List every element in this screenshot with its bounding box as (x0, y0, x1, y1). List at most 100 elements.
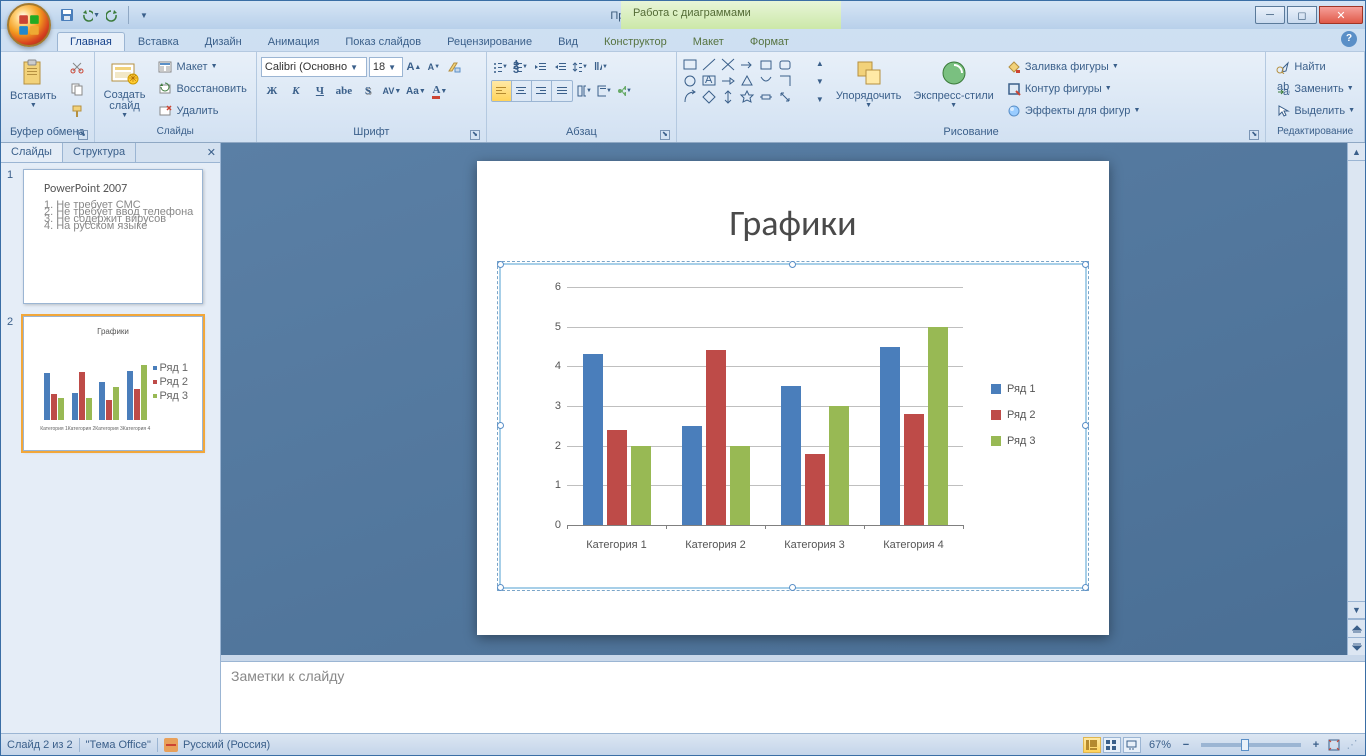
arrange-button[interactable]: Упорядочить▼ (831, 54, 906, 122)
cut-button[interactable] (64, 56, 90, 77)
shape-item[interactable] (681, 89, 699, 104)
sorter-view-icon[interactable] (1103, 737, 1121, 753)
shape-item[interactable] (719, 73, 737, 88)
dialog-launcher-icon[interactable]: ⬊ (78, 130, 88, 140)
tab-конструктор[interactable]: Конструктор (591, 32, 680, 51)
shadow-icon[interactable]: S (357, 80, 379, 102)
next-slide-icon[interactable] (1348, 637, 1365, 655)
font-family-combo[interactable]: Calibri (Основно▼ (261, 57, 367, 77)
panel-close-icon[interactable]: ✕ (207, 146, 216, 159)
shape-item[interactable] (776, 89, 794, 104)
resize-grip-icon[interactable]: ⋰ (1345, 738, 1359, 751)
undo-icon[interactable]: ▼ (80, 5, 100, 25)
shape-item[interactable]: A (700, 73, 718, 88)
zoom-thumb[interactable] (1241, 739, 1249, 751)
slide-title[interactable]: Графики (477, 201, 1109, 245)
tab-вид[interactable]: Вид (545, 32, 591, 51)
shape-outline-button[interactable]: Контур фигуры▼ (1001, 78, 1146, 99)
shape-item[interactable] (681, 73, 699, 88)
reset-button[interactable]: Восстановить (152, 78, 251, 99)
shape-item[interactable] (738, 73, 756, 88)
grow-font-icon[interactable]: A▲ (405, 57, 423, 77)
change-case-icon[interactable]: Aa▼ (405, 80, 427, 102)
line-spacing-icon[interactable]: ▼ (571, 57, 589, 77)
zoom-slider[interactable] (1201, 743, 1301, 747)
shape-effects-button[interactable]: Эффекты для фигур▼ (1001, 100, 1146, 121)
bold-icon[interactable]: Ж (261, 80, 283, 102)
vertical-scrollbar[interactable]: ▲ ▼ (1347, 143, 1365, 655)
close-button[interactable]: ✕ (1319, 6, 1363, 24)
italic-icon[interactable]: К (285, 80, 307, 102)
bullets-icon[interactable]: ▼ (491, 57, 509, 77)
clear-format-icon[interactable] (445, 57, 463, 77)
align-text-icon[interactable]: ▼ (595, 81, 613, 101)
shape-item[interactable] (757, 57, 775, 72)
zoom-in-icon[interactable]: + (1309, 735, 1323, 755)
strike-icon[interactable]: abe (333, 80, 355, 102)
shrink-font-icon[interactable]: A▼ (425, 57, 443, 77)
align-left-icon[interactable] (492, 81, 512, 101)
slideshow-view-icon[interactable] (1123, 737, 1141, 753)
align-right-icon[interactable] (532, 81, 552, 101)
tab-дизайн[interactable]: Дизайн (192, 32, 255, 51)
minimize-button[interactable]: ─ (1255, 6, 1285, 24)
format-painter-button[interactable] (64, 100, 90, 121)
slide-canvas[interactable]: Графики 0123456Категория 1Категория 2Кат… (477, 161, 1109, 635)
office-button[interactable] (7, 3, 51, 47)
maximize-button[interactable]: ◻ (1287, 6, 1317, 24)
shape-fill-button[interactable]: Заливка фигуры▼ (1001, 56, 1146, 77)
slide-thumbnail-1[interactable]: PowerPoint 2007 1. Не требует СМС2. Не т… (23, 169, 203, 304)
shapes-gallery[interactable]: A (681, 54, 811, 104)
shape-item[interactable] (738, 57, 756, 72)
tab-slides[interactable]: Слайды (1, 143, 63, 162)
gallery-more-icon[interactable]: ▼ (811, 90, 829, 108)
spellcheck-icon[interactable] (164, 738, 178, 752)
save-icon[interactable] (57, 5, 77, 25)
delete-button[interactable]: Удалить (152, 100, 251, 121)
zoom-out-icon[interactable]: − (1179, 735, 1193, 755)
shape-item[interactable] (776, 57, 794, 72)
dialog-launcher-icon[interactable]: ⬊ (1249, 130, 1259, 140)
quickstyles-button[interactable]: Экспресс-стили▼ (908, 54, 998, 122)
shape-item[interactable] (776, 73, 794, 88)
columns-icon[interactable]: ▼ (575, 81, 593, 101)
chart-object[interactable]: 0123456Категория 1Категория 2Категория 3… (499, 263, 1087, 589)
slide-thumbnail-2[interactable]: Графики Ряд 1Ряд 2Ряд 3 Категория 1Катег… (23, 316, 203, 451)
status-theme[interactable]: "Тема Office" (86, 739, 151, 751)
scroll-down-icon[interactable]: ▼ (1348, 601, 1365, 619)
layout-button[interactable]: Макет▼ (152, 56, 251, 77)
status-language[interactable]: Русский (Россия) (183, 739, 270, 751)
dialog-launcher-icon[interactable]: ⬊ (470, 130, 480, 140)
status-slide[interactable]: Слайд 2 из 2 (7, 739, 73, 751)
char-spacing-icon[interactable]: AV▼ (381, 80, 403, 102)
tab-главная[interactable]: Главная (57, 32, 125, 51)
help-icon[interactable]: ? (1341, 31, 1357, 47)
gallery-up-icon[interactable]: ▲ (811, 54, 829, 72)
shape-item[interactable] (757, 89, 775, 104)
tab-outline[interactable]: Структура (63, 143, 136, 162)
shape-item[interactable] (738, 89, 756, 104)
text-direction-icon[interactable]: ‖A▼ (591, 57, 609, 77)
tab-формат[interactable]: Формат (737, 32, 802, 51)
shape-item[interactable] (719, 89, 737, 104)
dialog-launcher-icon[interactable]: ⬊ (660, 130, 670, 140)
copy-button[interactable] (64, 78, 90, 99)
normal-view-icon[interactable] (1083, 737, 1101, 753)
qat-customize-icon[interactable]: ▼ (134, 5, 154, 25)
dec-indent-icon[interactable] (531, 57, 549, 77)
select-button[interactable]: Выделить▼ (1270, 100, 1360, 121)
tab-показ слайдов[interactable]: Показ слайдов (332, 32, 434, 51)
font-size-combo[interactable]: 18▼ (369, 57, 403, 77)
shape-item[interactable] (719, 57, 737, 72)
find-button[interactable]: Найти (1270, 56, 1360, 77)
tab-анимация[interactable]: Анимация (255, 32, 333, 51)
shape-item[interactable] (700, 57, 718, 72)
new-slide-button[interactable]: ✳ Создать слайд ▼ (99, 54, 151, 122)
redo-icon[interactable] (103, 5, 123, 25)
tab-макет[interactable]: Макет (680, 32, 737, 51)
shape-item[interactable] (700, 89, 718, 104)
underline-icon[interactable]: Ч (309, 80, 331, 102)
tab-вставка[interactable]: Вставка (125, 32, 192, 51)
notes-pane[interactable]: Заметки к слайду (221, 661, 1365, 733)
shape-item[interactable] (681, 57, 699, 72)
